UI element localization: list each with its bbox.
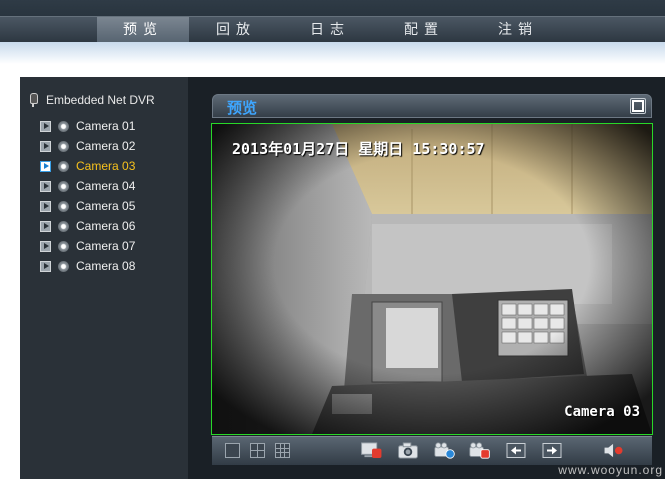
camera-item[interactable]: Camera 06 [40, 218, 135, 234]
stop-preview-icon[interactable] [360, 442, 384, 459]
camera-label: Camera 04 [76, 179, 136, 193]
camera-item[interactable]: Camera 02 [40, 138, 135, 154]
video-view[interactable]: 2013年01月27日 星期日 15:30:57 Camera 03 [211, 123, 653, 435]
camera-label: Camera 08 [76, 259, 136, 273]
camera-icon [58, 140, 69, 152]
watermark: www.wooyun.org [558, 463, 663, 477]
play-icon[interactable] [40, 120, 51, 132]
header-stripe [0, 42, 665, 64]
camera-label: Camera 07 [76, 239, 136, 253]
play-icon[interactable] [40, 160, 51, 172]
camera-item[interactable]: Camera 05 [40, 198, 135, 214]
play-icon[interactable] [40, 220, 51, 232]
device-name: Embedded Net DVR [46, 93, 155, 107]
record-icon[interactable] [432, 442, 458, 459]
nav-playback[interactable]: 回放 [189, 17, 283, 43]
play-icon[interactable] [40, 260, 51, 272]
snapshot-icon[interactable] [397, 442, 419, 459]
camera-label: Camera 01 [76, 119, 136, 133]
camera-tree-panel: Embedded Net DVR Camera 01 Camera 02 Camer… [20, 77, 188, 479]
camera-icon [58, 220, 69, 232]
camera-label: Camera 05 [76, 199, 136, 213]
osd-datetime: 2013年01月27日 星期日 15:30:57 [232, 140, 485, 158]
camera-item[interactable]: Camera 08 [40, 258, 135, 274]
tree-root[interactable]: Embedded Net DVR [28, 93, 155, 107]
camera-label: Camera 02 [76, 139, 136, 153]
nine-view-icon[interactable] [275, 443, 290, 458]
nav-preview[interactable]: 预览 [97, 17, 189, 43]
preview-toolbar [212, 436, 652, 465]
camera-icon [58, 200, 69, 212]
play-icon[interactable] [40, 180, 51, 192]
camera-label: Camera 03 [76, 159, 136, 173]
volume-mute-icon[interactable] [602, 442, 626, 459]
camera-icon [58, 180, 69, 192]
main-nav: 预览 回放 日志 配置 注销 [0, 16, 665, 43]
play-icon[interactable] [40, 140, 51, 152]
camera-item[interactable]: Camera 01 [40, 118, 135, 134]
four-view-icon[interactable] [250, 443, 265, 458]
stop-record-icon[interactable] [467, 442, 493, 459]
camera-item[interactable]: Camera 03 [40, 158, 135, 174]
single-view-icon[interactable] [225, 443, 240, 458]
fullscreen-icon[interactable] [630, 98, 646, 114]
preview-title: 预览 [227, 99, 258, 117]
camera-item[interactable]: Camera 04 [40, 178, 135, 194]
osd-camera-name: Camera 03 [564, 404, 640, 420]
preview-header: 预览 [212, 94, 652, 118]
camera-icon [58, 260, 69, 272]
nav-log[interactable]: 日志 [283, 17, 377, 43]
main-area: Embedded Net DVR Camera 01 Camera 02 Camer… [20, 77, 665, 479]
camera-item[interactable]: Camera 07 [40, 238, 135, 254]
previous-icon[interactable] [506, 442, 526, 459]
top-header: 预览 回放 日志 配置 注销 [0, 0, 665, 43]
play-icon[interactable] [40, 240, 51, 252]
camera-label: Camera 06 [76, 219, 136, 233]
nav-config[interactable]: 配置 [377, 17, 471, 43]
nav-logout[interactable]: 注销 [471, 17, 565, 43]
microphone-icon [28, 93, 38, 107]
play-icon[interactable] [40, 200, 51, 212]
camera-feed-image [212, 124, 652, 434]
camera-icon [58, 120, 69, 132]
next-icon[interactable] [542, 442, 562, 459]
camera-icon [58, 160, 69, 172]
camera-icon [58, 240, 69, 252]
